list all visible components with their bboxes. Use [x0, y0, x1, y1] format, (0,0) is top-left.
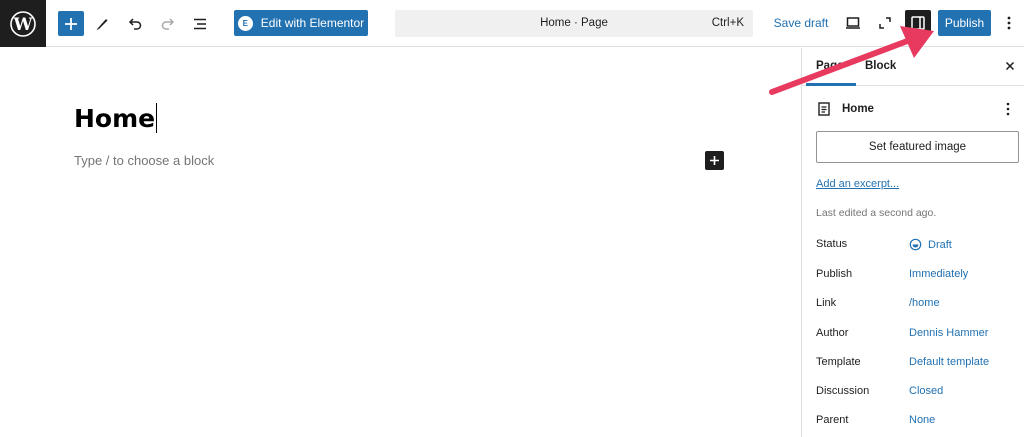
editor-canvas: Home Type / to choose a block — [0, 48, 801, 437]
document-summary: Home — [816, 100, 1016, 120]
command-palette-bar[interactable]: Home · Page Ctrl+K — [395, 10, 753, 37]
undo-button[interactable] — [123, 12, 147, 36]
close-icon — [1005, 61, 1015, 71]
settings-sidebar: Page Block Home Set featured image Add a… — [801, 48, 1024, 437]
more-vertical-icon — [1007, 16, 1011, 30]
document-actions-button[interactable] — [1000, 100, 1016, 118]
parent-page-button[interactable]: None — [909, 414, 935, 426]
document-icon — [818, 102, 830, 116]
meta-row-link: Link /home — [816, 297, 1021, 313]
tools-button[interactable] — [90, 12, 114, 36]
meta-label: Discussion — [816, 385, 870, 397]
post-title-text: Home — [74, 104, 156, 133]
document-title: Home · Page — [540, 17, 608, 29]
meta-row-publish: Publish Immediately — [816, 268, 1021, 284]
draft-status-icon — [909, 238, 922, 251]
meta-value: Draft — [928, 238, 952, 251]
fullscreen-button[interactable] — [874, 12, 896, 34]
redo-button[interactable] — [156, 12, 180, 36]
author-button[interactable]: Dennis Hammer — [909, 327, 988, 339]
pencil-icon — [96, 19, 108, 30]
meta-row-status: Status Draft — [816, 238, 1021, 254]
meta-label: Template — [816, 356, 861, 368]
document-summary-title: Home — [842, 103, 874, 115]
meta-label: Author — [816, 327, 849, 339]
permalink-button[interactable]: /home — [909, 297, 940, 309]
meta-row-parent: Parent None — [816, 414, 1021, 430]
elementor-icon: E — [237, 15, 253, 31]
sidebar-toggle-icon — [911, 16, 925, 30]
meta-label: Publish — [816, 268, 853, 280]
settings-sidebar-toggle-button[interactable] — [905, 10, 931, 36]
post-title-field[interactable]: Home — [74, 103, 158, 133]
list-view-icon — [194, 18, 206, 30]
inline-block-inserter-button[interactable] — [705, 151, 724, 170]
meta-row-template: Template Default template — [816, 356, 1021, 372]
fullscreen-icon — [879, 17, 891, 29]
template-button[interactable]: Default template — [909, 356, 989, 368]
block-inserter-toggle-button[interactable] — [58, 11, 84, 36]
more-vertical-icon — [1006, 102, 1010, 116]
meta-row-author: Author Dennis Hammer — [816, 327, 1021, 343]
plus-icon — [710, 156, 719, 165]
add-excerpt-link[interactable]: Add an excerpt... — [816, 178, 899, 190]
keyboard-shortcut: Ctrl+K — [711, 17, 744, 29]
undo-icon — [128, 18, 142, 30]
close-sidebar-button[interactable] — [1002, 58, 1018, 74]
plus-icon — [65, 17, 77, 30]
block-editor: W E Edit with Elementor Home · Page Ctrl… — [0, 0, 1024, 437]
discussion-button[interactable]: Closed — [909, 385, 943, 397]
meta-label: Link — [816, 297, 837, 309]
set-featured-image-button[interactable]: Set featured image — [816, 131, 1019, 163]
list-view-button[interactable] — [188, 12, 212, 36]
meta-row-discussion: Discussion Closed — [816, 385, 1021, 401]
default-block-appender[interactable]: Type / to choose a block — [74, 153, 214, 168]
save-draft-button[interactable]: Save draft — [770, 12, 832, 34]
edit-with-elementor-button[interactable]: E Edit with Elementor — [234, 10, 368, 36]
tab-page[interactable]: Page — [816, 60, 844, 72]
edit-with-elementor-label: Edit with Elementor — [260, 16, 365, 30]
active-tab-indicator — [806, 83, 856, 86]
text-caret — [156, 103, 158, 133]
status-dropdown[interactable]: Draft — [909, 238, 952, 251]
preview-button[interactable] — [842, 12, 864, 34]
wordpress-logo-icon[interactable]: W — [0, 0, 46, 47]
tab-block[interactable]: Block — [865, 60, 896, 72]
sidebar-tabs: Page Block — [802, 48, 1024, 86]
meta-label: Status — [816, 238, 848, 250]
publish-button[interactable]: Publish — [938, 10, 991, 36]
options-menu-button[interactable] — [998, 12, 1020, 34]
last-edited-text: Last edited a second ago. — [816, 207, 937, 219]
redo-icon — [161, 18, 175, 30]
editor-header: W E Edit with Elementor Home · Page Ctrl… — [0, 0, 1024, 47]
desktop-preview-icon — [846, 17, 860, 29]
meta-label: Parent — [816, 414, 849, 426]
publish-date-button[interactable]: Immediately — [909, 268, 968, 280]
svg-text:W: W — [12, 15, 33, 35]
